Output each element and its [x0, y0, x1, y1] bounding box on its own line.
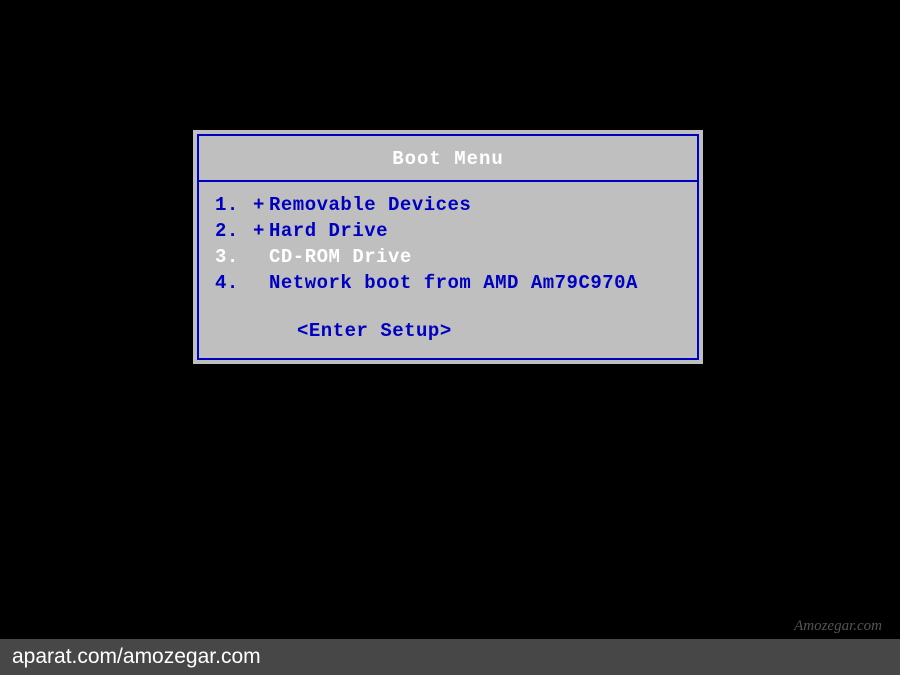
boot-item-expand-icon: +	[253, 218, 269, 244]
boot-menu-dialog: Boot Menu 1. + Removable Devices 2. + Ha…	[193, 130, 703, 364]
boot-item-number: 3.	[215, 244, 253, 270]
boot-item-label: Removable Devices	[269, 192, 471, 218]
boot-menu-inner-border: Boot Menu 1. + Removable Devices 2. + Ha…	[197, 134, 699, 360]
watermark-url: aparat.com/amozegar.com	[12, 645, 261, 669]
boot-menu-title: Boot Menu	[392, 148, 504, 170]
boot-item-cdrom-drive[interactable]: 3. CD-ROM Drive	[215, 244, 681, 270]
boot-item-label: Network boot from AMD Am79C970A	[269, 270, 638, 296]
boot-item-expand-icon: +	[253, 192, 269, 218]
boot-menu-title-bar: Boot Menu	[199, 136, 697, 182]
boot-item-number: 4.	[215, 270, 253, 296]
boot-item-expand-icon	[253, 270, 269, 296]
boot-item-number: 1.	[215, 192, 253, 218]
boot-item-expand-icon	[253, 244, 269, 270]
boot-menu-items-list: 1. + Removable Devices 2. + Hard Drive 3…	[199, 182, 697, 358]
boot-item-hard-drive[interactable]: 2. + Hard Drive	[215, 218, 681, 244]
watermark-bar: aparat.com/amozegar.com	[0, 639, 900, 675]
boot-item-number: 2.	[215, 218, 253, 244]
boot-item-removable-devices[interactable]: 1. + Removable Devices	[215, 192, 681, 218]
boot-item-network-boot[interactable]: 4. Network boot from AMD Am79C970A	[215, 270, 681, 296]
enter-setup-option[interactable]: <Enter Setup>	[297, 320, 681, 342]
watermark-brand: Amozegar.com	[794, 618, 882, 635]
boot-item-label: Hard Drive	[269, 218, 388, 244]
boot-item-label: CD-ROM Drive	[269, 244, 412, 270]
